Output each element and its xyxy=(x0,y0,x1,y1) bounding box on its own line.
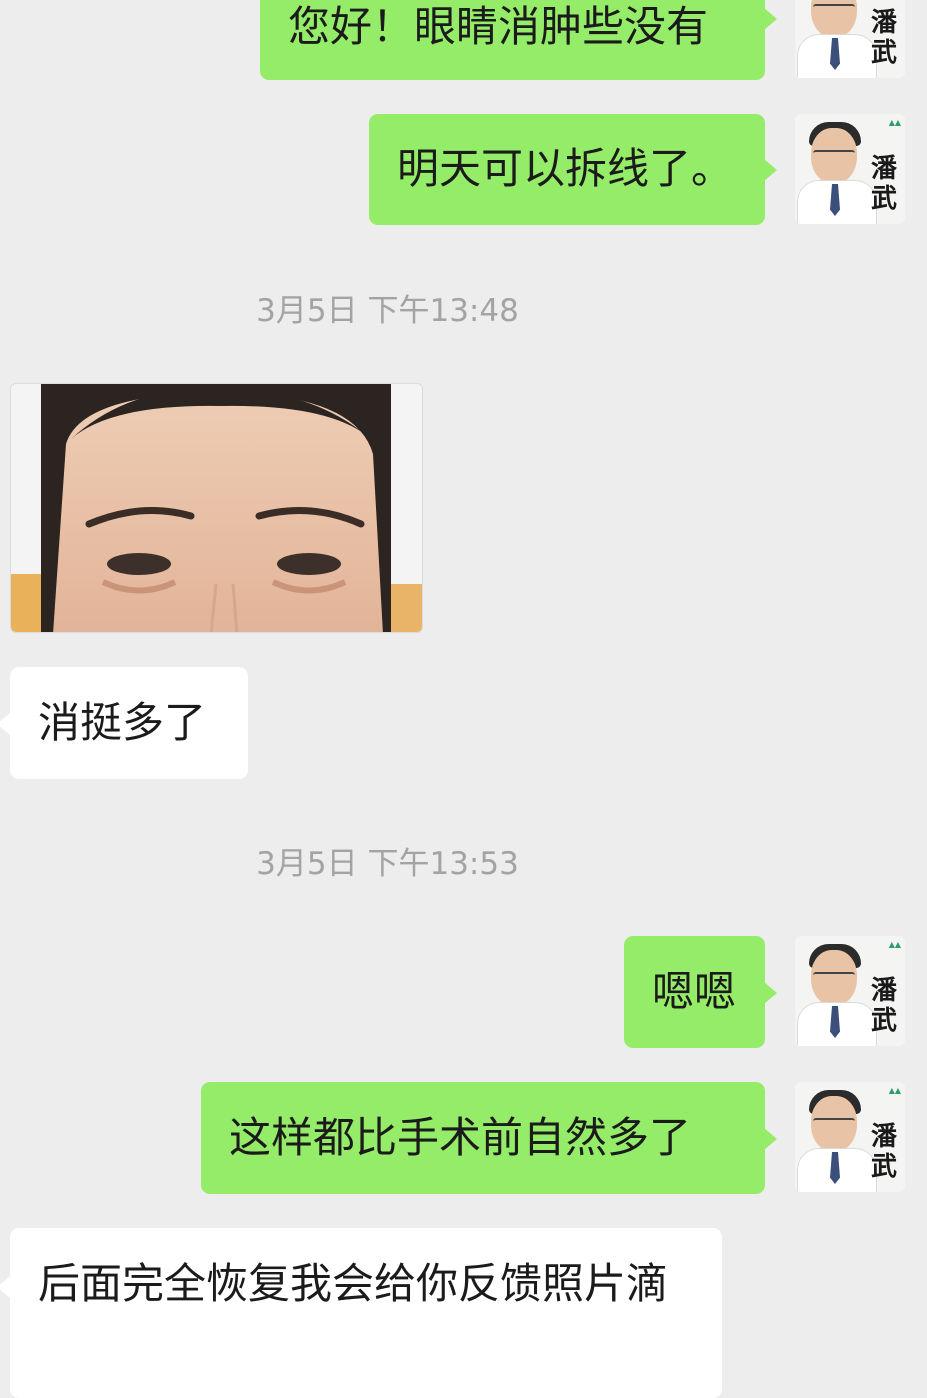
avatar-seal-text: 潘武 xyxy=(870,976,897,1036)
patient-photo[interactable] xyxy=(10,383,423,633)
message-text: 明天可以拆线了。 xyxy=(397,144,734,193)
bubble-tail xyxy=(764,8,777,30)
message-bubble-sent[interactable]: 您好！眼睛消肿些没有 xyxy=(260,0,765,80)
doctor-avatar[interactable]: ▲▲ 潘武 xyxy=(795,1082,905,1192)
message-bubble-sent[interactable]: 明天可以拆线了。 xyxy=(369,114,765,225)
timestamp: 3月5日 下午13:48 xyxy=(256,293,519,329)
message-text: 后面完全恢复我会给你反馈照片滴 xyxy=(38,1259,669,1308)
message-bubble-received[interactable]: 消挺多了 xyxy=(10,667,248,779)
bubble-tail xyxy=(764,159,777,181)
message-text: 这样都比手术前自然多了 xyxy=(229,1113,692,1162)
doctor-avatar[interactable]: ▲▲ 潘武 xyxy=(795,936,905,1046)
brand-logo-icon: ▲▲ xyxy=(888,940,901,949)
message-text: 消挺多了 xyxy=(38,698,207,747)
chat-window: 您好！眼睛消肿些没有 潘武 明天可以拆线了。 ▲▲ 潘武 3月5日 下午13:4… xyxy=(0,0,927,1398)
bubble-tail xyxy=(764,982,777,1004)
message-text: 嗯嗯 xyxy=(652,967,737,1016)
bubble-tail xyxy=(764,1128,777,1150)
bubble-tail xyxy=(0,1276,10,1298)
photo-image xyxy=(11,384,422,632)
avatar-seal-text: 潘武 xyxy=(870,154,897,214)
doctor-avatar[interactable]: ▲▲ 潘武 xyxy=(795,114,905,224)
message-bubble-sent[interactable]: 这样都比手术前自然多了 xyxy=(201,1082,765,1194)
message-text: 您好！眼睛消肿些没有 xyxy=(288,2,709,51)
message-bubble-sent[interactable]: 嗯嗯 xyxy=(624,936,765,1048)
brand-logo-icon: ▲▲ xyxy=(888,1086,901,1095)
brand-logo-icon: ▲▲ xyxy=(888,118,901,127)
message-bubble-received[interactable]: 后面完全恢复我会给你反馈照片滴 xyxy=(10,1228,722,1398)
timestamp: 3月5日 下午13:53 xyxy=(256,846,519,882)
doctor-avatar[interactable]: 潘武 xyxy=(795,0,905,78)
avatar-seal-text: 潘武 xyxy=(870,1122,897,1182)
avatar-seal-text: 潘武 xyxy=(870,8,897,68)
bubble-tail xyxy=(0,713,10,735)
